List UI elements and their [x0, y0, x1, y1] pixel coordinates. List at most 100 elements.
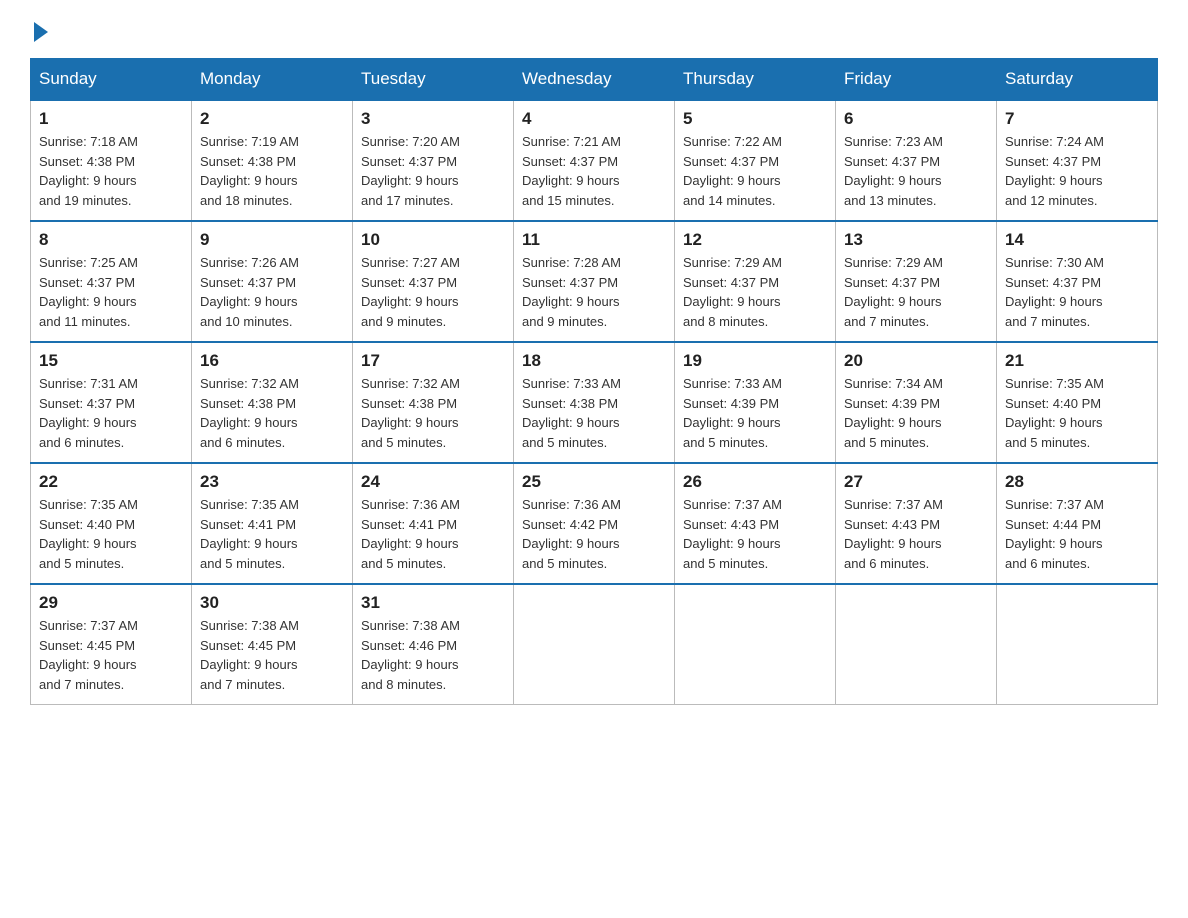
- day-info: Sunrise: 7:37 AM Sunset: 4:45 PM Dayligh…: [39, 616, 183, 694]
- calendar-cell: 25 Sunrise: 7:36 AM Sunset: 4:42 PM Dayl…: [514, 463, 675, 584]
- day-info: Sunrise: 7:19 AM Sunset: 4:38 PM Dayligh…: [200, 132, 344, 210]
- calendar-cell: 16 Sunrise: 7:32 AM Sunset: 4:38 PM Dayl…: [192, 342, 353, 463]
- calendar-cell: [836, 584, 997, 705]
- calendar-cell: 29 Sunrise: 7:37 AM Sunset: 4:45 PM Dayl…: [31, 584, 192, 705]
- day-info: Sunrise: 7:29 AM Sunset: 4:37 PM Dayligh…: [683, 253, 827, 331]
- calendar-cell: [997, 584, 1158, 705]
- day-number: 27: [844, 472, 988, 492]
- day-number: 19: [683, 351, 827, 371]
- logo: [30, 20, 48, 38]
- calendar-cell: 6 Sunrise: 7:23 AM Sunset: 4:37 PM Dayli…: [836, 100, 997, 221]
- day-info: Sunrise: 7:24 AM Sunset: 4:37 PM Dayligh…: [1005, 132, 1149, 210]
- logo-arrow-icon: [34, 22, 48, 42]
- calendar-cell: 27 Sunrise: 7:37 AM Sunset: 4:43 PM Dayl…: [836, 463, 997, 584]
- calendar-header-monday: Monday: [192, 59, 353, 101]
- calendar-header-tuesday: Tuesday: [353, 59, 514, 101]
- day-info: Sunrise: 7:37 AM Sunset: 4:43 PM Dayligh…: [844, 495, 988, 573]
- day-number: 10: [361, 230, 505, 250]
- calendar-cell: 1 Sunrise: 7:18 AM Sunset: 4:38 PM Dayli…: [31, 100, 192, 221]
- day-info: Sunrise: 7:28 AM Sunset: 4:37 PM Dayligh…: [522, 253, 666, 331]
- calendar-cell: 21 Sunrise: 7:35 AM Sunset: 4:40 PM Dayl…: [997, 342, 1158, 463]
- calendar-cell: 10 Sunrise: 7:27 AM Sunset: 4:37 PM Dayl…: [353, 221, 514, 342]
- day-number: 12: [683, 230, 827, 250]
- calendar-cell: 12 Sunrise: 7:29 AM Sunset: 4:37 PM Dayl…: [675, 221, 836, 342]
- calendar-week-row-1: 1 Sunrise: 7:18 AM Sunset: 4:38 PM Dayli…: [31, 100, 1158, 221]
- day-info: Sunrise: 7:22 AM Sunset: 4:37 PM Dayligh…: [683, 132, 827, 210]
- day-number: 21: [1005, 351, 1149, 371]
- calendar-header-wednesday: Wednesday: [514, 59, 675, 101]
- day-info: Sunrise: 7:38 AM Sunset: 4:46 PM Dayligh…: [361, 616, 505, 694]
- day-number: 14: [1005, 230, 1149, 250]
- day-number: 15: [39, 351, 183, 371]
- day-number: 23: [200, 472, 344, 492]
- day-info: Sunrise: 7:35 AM Sunset: 4:41 PM Dayligh…: [200, 495, 344, 573]
- calendar-table: SundayMondayTuesdayWednesdayThursdayFrid…: [30, 58, 1158, 705]
- day-number: 16: [200, 351, 344, 371]
- calendar-cell: 15 Sunrise: 7:31 AM Sunset: 4:37 PM Dayl…: [31, 342, 192, 463]
- day-number: 17: [361, 351, 505, 371]
- calendar-header-sunday: Sunday: [31, 59, 192, 101]
- day-info: Sunrise: 7:37 AM Sunset: 4:44 PM Dayligh…: [1005, 495, 1149, 573]
- calendar-cell: 9 Sunrise: 7:26 AM Sunset: 4:37 PM Dayli…: [192, 221, 353, 342]
- day-info: Sunrise: 7:21 AM Sunset: 4:37 PM Dayligh…: [522, 132, 666, 210]
- day-info: Sunrise: 7:27 AM Sunset: 4:37 PM Dayligh…: [361, 253, 505, 331]
- day-number: 26: [683, 472, 827, 492]
- day-info: Sunrise: 7:33 AM Sunset: 4:38 PM Dayligh…: [522, 374, 666, 452]
- calendar-cell: 7 Sunrise: 7:24 AM Sunset: 4:37 PM Dayli…: [997, 100, 1158, 221]
- day-info: Sunrise: 7:37 AM Sunset: 4:43 PM Dayligh…: [683, 495, 827, 573]
- calendar-cell: 30 Sunrise: 7:38 AM Sunset: 4:45 PM Dayl…: [192, 584, 353, 705]
- day-info: Sunrise: 7:32 AM Sunset: 4:38 PM Dayligh…: [200, 374, 344, 452]
- day-info: Sunrise: 7:30 AM Sunset: 4:37 PM Dayligh…: [1005, 253, 1149, 331]
- calendar-cell: [514, 584, 675, 705]
- calendar-week-row-4: 22 Sunrise: 7:35 AM Sunset: 4:40 PM Dayl…: [31, 463, 1158, 584]
- day-info: Sunrise: 7:23 AM Sunset: 4:37 PM Dayligh…: [844, 132, 988, 210]
- calendar-cell: 24 Sunrise: 7:36 AM Sunset: 4:41 PM Dayl…: [353, 463, 514, 584]
- day-number: 6: [844, 109, 988, 129]
- day-info: Sunrise: 7:34 AM Sunset: 4:39 PM Dayligh…: [844, 374, 988, 452]
- day-number: 18: [522, 351, 666, 371]
- day-number: 5: [683, 109, 827, 129]
- day-number: 9: [200, 230, 344, 250]
- calendar-cell: 20 Sunrise: 7:34 AM Sunset: 4:39 PM Dayl…: [836, 342, 997, 463]
- day-number: 20: [844, 351, 988, 371]
- day-number: 30: [200, 593, 344, 613]
- day-info: Sunrise: 7:20 AM Sunset: 4:37 PM Dayligh…: [361, 132, 505, 210]
- day-number: 25: [522, 472, 666, 492]
- calendar-week-row-3: 15 Sunrise: 7:31 AM Sunset: 4:37 PM Dayl…: [31, 342, 1158, 463]
- day-number: 13: [844, 230, 988, 250]
- calendar-cell: 19 Sunrise: 7:33 AM Sunset: 4:39 PM Dayl…: [675, 342, 836, 463]
- calendar-cell: 28 Sunrise: 7:37 AM Sunset: 4:44 PM Dayl…: [997, 463, 1158, 584]
- calendar-header-row: SundayMondayTuesdayWednesdayThursdayFrid…: [31, 59, 1158, 101]
- calendar-cell: 23 Sunrise: 7:35 AM Sunset: 4:41 PM Dayl…: [192, 463, 353, 584]
- day-number: 1: [39, 109, 183, 129]
- day-number: 2: [200, 109, 344, 129]
- calendar-cell: 22 Sunrise: 7:35 AM Sunset: 4:40 PM Dayl…: [31, 463, 192, 584]
- day-number: 3: [361, 109, 505, 129]
- calendar-cell: 17 Sunrise: 7:32 AM Sunset: 4:38 PM Dayl…: [353, 342, 514, 463]
- day-number: 24: [361, 472, 505, 492]
- calendar-header-thursday: Thursday: [675, 59, 836, 101]
- calendar-cell: 31 Sunrise: 7:38 AM Sunset: 4:46 PM Dayl…: [353, 584, 514, 705]
- day-number: 28: [1005, 472, 1149, 492]
- day-info: Sunrise: 7:25 AM Sunset: 4:37 PM Dayligh…: [39, 253, 183, 331]
- day-info: Sunrise: 7:36 AM Sunset: 4:41 PM Dayligh…: [361, 495, 505, 573]
- calendar-header-saturday: Saturday: [997, 59, 1158, 101]
- day-number: 4: [522, 109, 666, 129]
- calendar-cell: 14 Sunrise: 7:30 AM Sunset: 4:37 PM Dayl…: [997, 221, 1158, 342]
- day-number: 11: [522, 230, 666, 250]
- day-info: Sunrise: 7:36 AM Sunset: 4:42 PM Dayligh…: [522, 495, 666, 573]
- calendar-cell: 26 Sunrise: 7:37 AM Sunset: 4:43 PM Dayl…: [675, 463, 836, 584]
- page-header: [30, 20, 1158, 38]
- calendar-week-row-5: 29 Sunrise: 7:37 AM Sunset: 4:45 PM Dayl…: [31, 584, 1158, 705]
- calendar-cell: [675, 584, 836, 705]
- day-info: Sunrise: 7:33 AM Sunset: 4:39 PM Dayligh…: [683, 374, 827, 452]
- day-number: 29: [39, 593, 183, 613]
- calendar-cell: 8 Sunrise: 7:25 AM Sunset: 4:37 PM Dayli…: [31, 221, 192, 342]
- day-info: Sunrise: 7:35 AM Sunset: 4:40 PM Dayligh…: [1005, 374, 1149, 452]
- day-number: 31: [361, 593, 505, 613]
- day-info: Sunrise: 7:38 AM Sunset: 4:45 PM Dayligh…: [200, 616, 344, 694]
- day-info: Sunrise: 7:32 AM Sunset: 4:38 PM Dayligh…: [361, 374, 505, 452]
- day-number: 22: [39, 472, 183, 492]
- day-info: Sunrise: 7:26 AM Sunset: 4:37 PM Dayligh…: [200, 253, 344, 331]
- calendar-cell: 4 Sunrise: 7:21 AM Sunset: 4:37 PM Dayli…: [514, 100, 675, 221]
